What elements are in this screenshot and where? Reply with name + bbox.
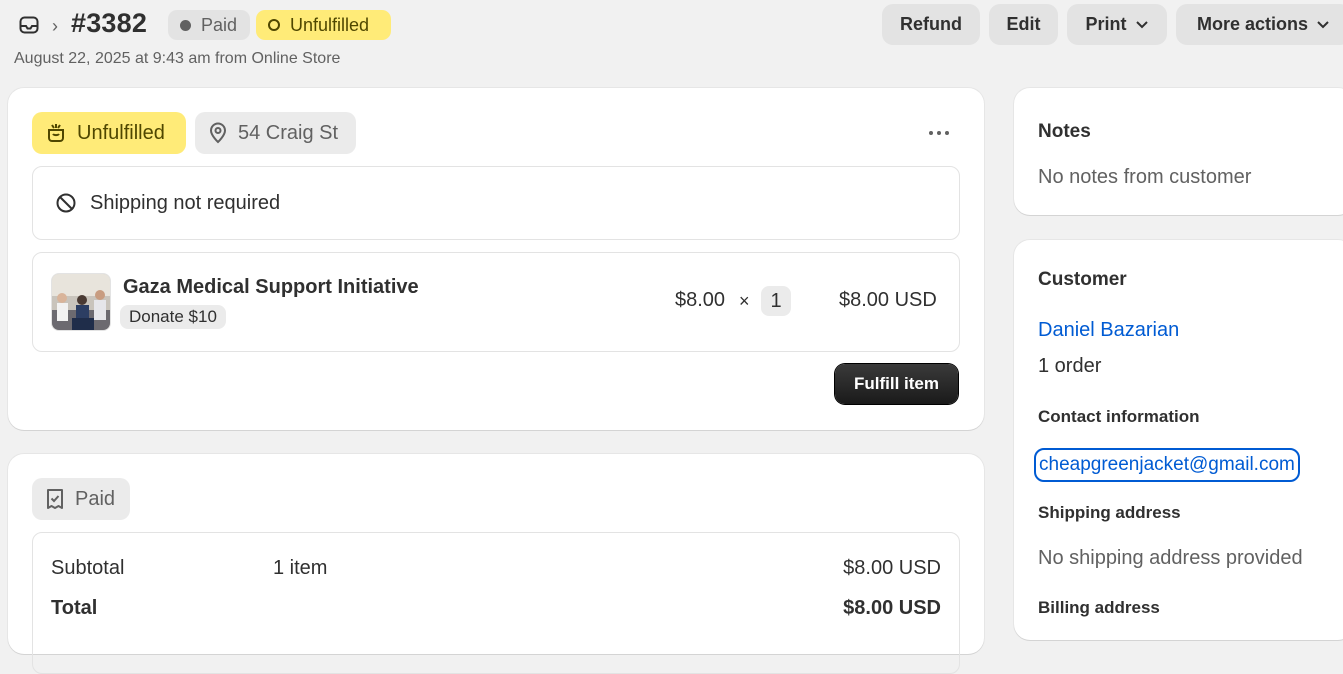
contact-info-title: Contact information [1038,407,1200,426]
customer-orders: 1 order [1038,355,1102,377]
shipping-status-box: Shipping not required [32,166,960,240]
payment-summary: Subtotal 1 item $8.00 USD Total $8.00 US… [32,532,960,674]
fulfillment-status-label: Unfulfilled [290,14,370,35]
fulfillment-card: Unfulfilled 54 Craig St Shipping not req… [8,88,984,430]
subtotal-label: Subtotal [51,557,125,579]
payment-status-label: Paid [201,14,238,35]
product-thumbnail[interactable] [51,273,111,331]
location-label: 54 Craig St [238,121,339,144]
status-ring-icon [268,19,280,31]
paid-pill: Paid [32,478,130,520]
product-title[interactable]: Gaza Medical Support Initiative [123,276,419,299]
paid-pill-label: Paid [75,487,116,510]
quantity-badge: 1 [761,286,791,316]
fulfill-item-button[interactable]: Fulfill item [835,364,958,404]
variant-badge: Donate $10 [120,305,226,329]
billing-address-title: Billing address [1038,598,1160,617]
notes-text: No notes from customer [1038,166,1252,188]
multiply-sign: × [739,291,750,311]
order-header: › #3382 Paid Unfulfilled August 22, 2025… [0,0,1343,80]
payment-card: Paid Subtotal 1 item $8.00 USD Total $8.… [8,454,984,674]
print-button[interactable]: Print [1067,4,1167,45]
receipt-check-icon [47,489,63,509]
subtotal-value: $8.00 USD [843,557,941,579]
customer-card: Customer Daniel Bazarian 1 order Contact… [1014,240,1343,640]
shipping-address-text: No shipping address provided [1038,547,1303,569]
unit-price: $8.00 [675,289,726,311]
chevron-down-icon [1135,17,1149,33]
customer-email-link[interactable]: cheapgreenjacket@gmail.com [1034,448,1300,482]
location-pill[interactable]: 54 Craig St [195,112,356,154]
more-actions-label: More actions [1196,14,1309,34]
total-label: Total [51,597,98,619]
shipping-address-title: Shipping address [1038,503,1181,522]
fulfillment-status-badge: Unfulfilled [256,10,391,40]
edit-button-label: Edit [1006,14,1041,34]
status-dot-icon [180,19,191,31]
line-item: Gaza Medical Support Initiative Donate $… [32,252,960,352]
refund-button[interactable]: Refund [882,4,980,45]
line-total: $8.00 USD [839,289,937,311]
total-value: $8.00 USD [843,597,941,619]
unfulfilled-pill-label: Unfulfilled [77,121,165,144]
customer-title: Customer [1038,269,1127,290]
customer-name-link[interactable]: Daniel Bazarian [1038,319,1179,342]
notes-title: Notes [1038,121,1091,142]
chevron-down-icon [1316,17,1330,33]
notes-card: Notes No notes from customer [1014,88,1343,215]
print-button-label: Print [1085,14,1127,34]
payment-status-badge: Paid [168,10,250,40]
prohibited-icon [55,192,77,219]
more-options-icon[interactable] [920,118,958,148]
shipping-note: Shipping not required [90,192,281,214]
unfulfilled-box-icon [48,124,64,142]
inbox-icon[interactable] [18,14,40,36]
location-pin-icon [209,122,227,144]
unfulfilled-pill: Unfulfilled [32,112,186,154]
subtotal-items: 1 item [273,557,328,579]
more-actions-button[interactable]: More actions [1176,4,1343,45]
refund-button-label: Refund [900,14,962,34]
order-date: August 22, 2025 at 9:43 am from Online S… [14,50,341,67]
order-number: #3382 [71,8,148,38]
breadcrumb-chevron-icon: › [52,16,58,36]
edit-button[interactable]: Edit [989,4,1058,45]
